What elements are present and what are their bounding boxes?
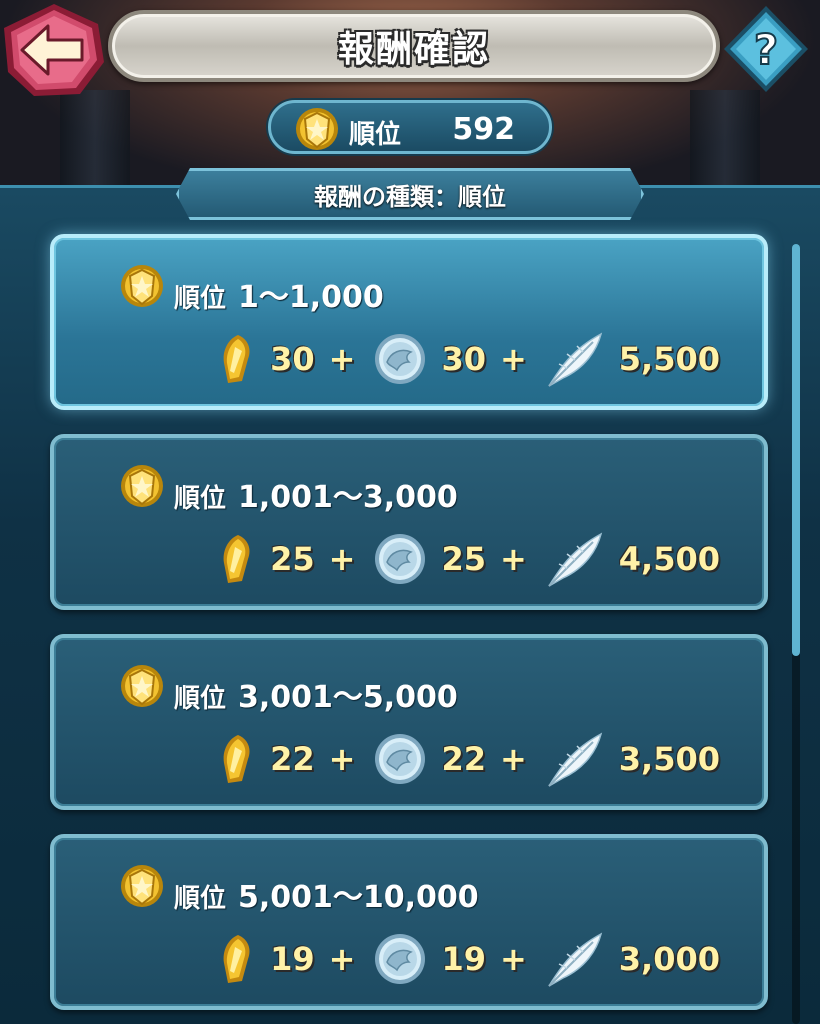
gold-medal-icon: [121, 265, 163, 307]
tier-rank-label: 順位: [174, 484, 227, 514]
feather-icon: [548, 732, 602, 787]
plus-sign: +: [328, 740, 356, 778]
plus-sign: +: [328, 940, 356, 978]
current-rank-pill: 順位 592: [268, 100, 552, 154]
reward-type-label: 報酬の種類：順位: [314, 182, 506, 211]
tier-rank: 順位 1,001～3,000: [174, 472, 458, 516]
tier-rank-label: 順位: [174, 884, 227, 914]
tier-rank-range: 5,001～10,000: [238, 880, 479, 915]
tier-rewards: 25 + 25 + 4,500: [218, 530, 720, 588]
rank-label: 順位: [349, 120, 402, 150]
silver-dragon-coin-icon: [375, 334, 426, 384]
plus-sign: +: [328, 340, 356, 378]
orb-amount: 30: [270, 340, 315, 378]
scrollbar-thumb[interactable]: [792, 244, 800, 656]
page-title: 報酬確認: [337, 29, 490, 70]
gold-sword-icon: [223, 735, 250, 783]
silver-dragon-coin-icon: [375, 534, 426, 584]
feather-icon: [548, 932, 602, 987]
reward-tier-card[interactable]: 順位 3,001～5,000 22 + 22 + 3,500: [50, 634, 768, 810]
tier-rank: 順位 1～1,000: [174, 272, 384, 316]
plus-sign: +: [499, 340, 527, 378]
gold-medal-icon: [121, 665, 163, 707]
badge-amount: 30: [441, 340, 486, 378]
reward-tier-card[interactable]: 順位 1,001～3,000 25 + 25 + 4,500: [50, 434, 768, 610]
badge-amount: 25: [441, 540, 486, 578]
tier-rank-range: 1,001～3,000: [238, 480, 458, 515]
tier-rank-range: 3,001～5,000: [238, 680, 458, 715]
reward-type-bar: 報酬の種類：順位: [176, 168, 644, 220]
badge-amount: 19: [441, 940, 486, 978]
feather-amount: 3,000: [618, 940, 720, 978]
tier-rank-range: 1～1,000: [238, 280, 384, 315]
plus-sign: +: [499, 540, 527, 578]
tier-rank: 順位 3,001～5,000: [174, 672, 458, 716]
feather-amount: 3,500: [618, 740, 720, 778]
feather-icon: [548, 332, 602, 387]
tier-rewards: 22 + 22 + 3,500: [218, 730, 720, 788]
plus-sign: +: [499, 940, 527, 978]
tier-rewards: 19 + 19 + 3,000: [218, 930, 720, 988]
rank-value: 592: [452, 112, 515, 147]
title-bar: 報酬確認: [108, 10, 720, 82]
orb-amount: 25: [270, 540, 315, 578]
orb-amount: 19: [270, 940, 315, 978]
background-pillar: [60, 90, 130, 200]
gold-sword-icon: [223, 935, 250, 983]
silver-dragon-coin-icon: [375, 934, 426, 984]
tier-rank-label: 順位: [174, 284, 227, 314]
silver-dragon-coin-icon: [375, 734, 426, 784]
gold-medal-icon: [121, 865, 163, 907]
tier-rank-label: 順位: [174, 684, 227, 714]
gold-sword-icon: [223, 535, 250, 583]
feather-amount: 4,500: [618, 540, 720, 578]
svg-text:?: ?: [754, 25, 778, 74]
plus-sign: +: [499, 740, 527, 778]
question-icon: ?: [724, 6, 808, 92]
arrow-left-icon: [4, 4, 104, 96]
feather-amount: 5,500: [618, 340, 720, 378]
reward-tier-card[interactable]: 順位 1～1,000 30 + 30 + 5,500: [50, 234, 768, 410]
badge-amount: 22: [441, 740, 486, 778]
gold-sword-icon: [223, 335, 250, 383]
background-pillar: [690, 90, 760, 200]
plus-sign: +: [328, 540, 356, 578]
feather-icon: [548, 532, 602, 587]
tier-rewards: 30 + 30 + 5,500: [218, 330, 720, 388]
tier-rank: 順位 5,001～10,000: [174, 872, 479, 916]
orb-amount: 22: [270, 740, 315, 778]
gold-medal-icon: [121, 465, 163, 507]
gold-medal-icon: [296, 108, 338, 150]
back-button[interactable]: [0, 0, 108, 100]
help-button[interactable]: ?: [718, 4, 814, 94]
reward-tier-card[interactable]: 順位 5,001～10,000 19 + 19 + 3,000: [50, 834, 768, 1010]
